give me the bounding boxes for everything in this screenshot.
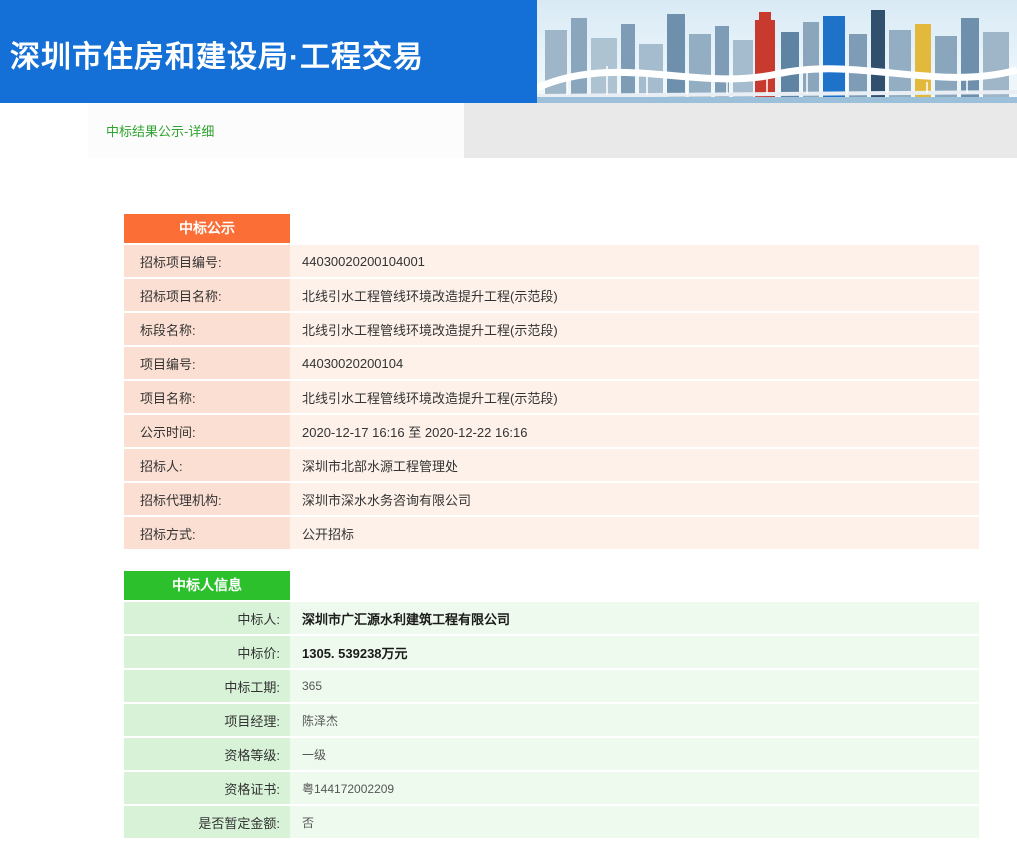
cityscape-illustration	[537, 0, 1017, 103]
table-row: 招标代理机构: 深圳市深水水务咨询有限公司	[124, 483, 979, 515]
row-label: 标段名称:	[124, 313, 290, 345]
row-label: 项目名称:	[124, 381, 290, 413]
row-value: 365	[290, 670, 979, 702]
row-label: 公示时间:	[124, 415, 290, 447]
row-label: 中标人:	[124, 602, 290, 634]
row-label: 资格证书:	[124, 772, 290, 804]
table-row: 招标项目编号: 44030020200104001	[124, 245, 979, 277]
row-label: 招标人:	[124, 449, 290, 481]
table-row: 资格证书: 粤144172002209	[124, 772, 979, 804]
row-label: 项目经理:	[124, 704, 290, 736]
row-label: 中标工期:	[124, 670, 290, 702]
row-value: 陈泽杰	[290, 704, 979, 736]
row-label: 招标方式:	[124, 517, 290, 549]
row-value: 深圳市深水水务咨询有限公司	[290, 483, 979, 515]
table-row: 中标工期: 365	[124, 670, 979, 702]
breadcrumb: 中标结果公示-详细	[88, 103, 464, 158]
table-row: 标段名称: 北线引水工程管线环境改造提升工程(示范段)	[124, 313, 979, 345]
row-value: 粤144172002209	[290, 772, 979, 804]
row-label: 中标价:	[124, 636, 290, 668]
row-value: 深圳市广汇源水利建筑工程有限公司	[290, 602, 979, 634]
breadcrumb-label: 中标结果公示-详细	[106, 121, 214, 140]
row-label: 项目编号:	[124, 347, 290, 379]
row-value: 北线引水工程管线环境改造提升工程(示范段)	[290, 279, 979, 311]
row-value: 否	[290, 806, 979, 838]
row-value: 一级	[290, 738, 979, 770]
site-title: 深圳市住房和建设局·工程交易	[10, 32, 424, 76]
row-value: 44030020200104	[290, 347, 979, 379]
table-row: 项目名称: 北线引水工程管线环境改造提升工程(示范段)	[124, 381, 979, 413]
table-row: 中标人: 深圳市广汇源水利建筑工程有限公司	[124, 602, 979, 634]
table-row: 资格等级: 一级	[124, 738, 979, 770]
site-header: 深圳市住房和建设局·工程交易	[0, 0, 1017, 103]
section-title-bid-announcement: 中标公示	[124, 214, 290, 243]
row-label: 资格等级:	[124, 738, 290, 770]
main-content: 中标公示 招标项目编号: 44030020200104001 招标项目名称: 北…	[124, 214, 979, 840]
row-label: 招标代理机构:	[124, 483, 290, 515]
table-row: 项目编号: 44030020200104	[124, 347, 979, 379]
table-row: 公示时间: 2020-12-17 16:16 至 2020-12-22 16:1…	[124, 415, 979, 447]
breadcrumb-bar: 中标结果公示-详细	[88, 103, 1017, 158]
table-row: 招标人: 深圳市北部水源工程管理处	[124, 449, 979, 481]
row-value: 2020-12-17 16:16 至 2020-12-22 16:16	[290, 415, 979, 447]
row-value: 44030020200104001	[290, 245, 979, 277]
table-row: 项目经理: 陈泽杰	[124, 704, 979, 736]
winner-info-table: 中标人: 深圳市广汇源水利建筑工程有限公司 中标价: 1305. 539238万…	[124, 600, 979, 840]
header-cityscape-image	[537, 0, 1017, 103]
row-label: 是否暂定金额:	[124, 806, 290, 838]
row-value: 1305. 539238万元	[290, 636, 979, 668]
table-row: 是否暂定金额: 否	[124, 806, 979, 838]
table-row: 中标价: 1305. 539238万元	[124, 636, 979, 668]
table-row: 招标项目名称: 北线引水工程管线环境改造提升工程(示范段)	[124, 279, 979, 311]
row-value: 北线引水工程管线环境改造提升工程(示范段)	[290, 381, 979, 413]
row-label: 招标项目编号:	[124, 245, 290, 277]
row-label: 招标项目名称:	[124, 279, 290, 311]
row-value: 公开招标	[290, 517, 979, 549]
section-title-winner-info: 中标人信息	[124, 571, 290, 600]
table-row: 招标方式: 公开招标	[124, 517, 979, 549]
row-value: 深圳市北部水源工程管理处	[290, 449, 979, 481]
row-value: 北线引水工程管线环境改造提升工程(示范段)	[290, 313, 979, 345]
bid-announcement-table: 招标项目编号: 44030020200104001 招标项目名称: 北线引水工程…	[124, 243, 979, 551]
